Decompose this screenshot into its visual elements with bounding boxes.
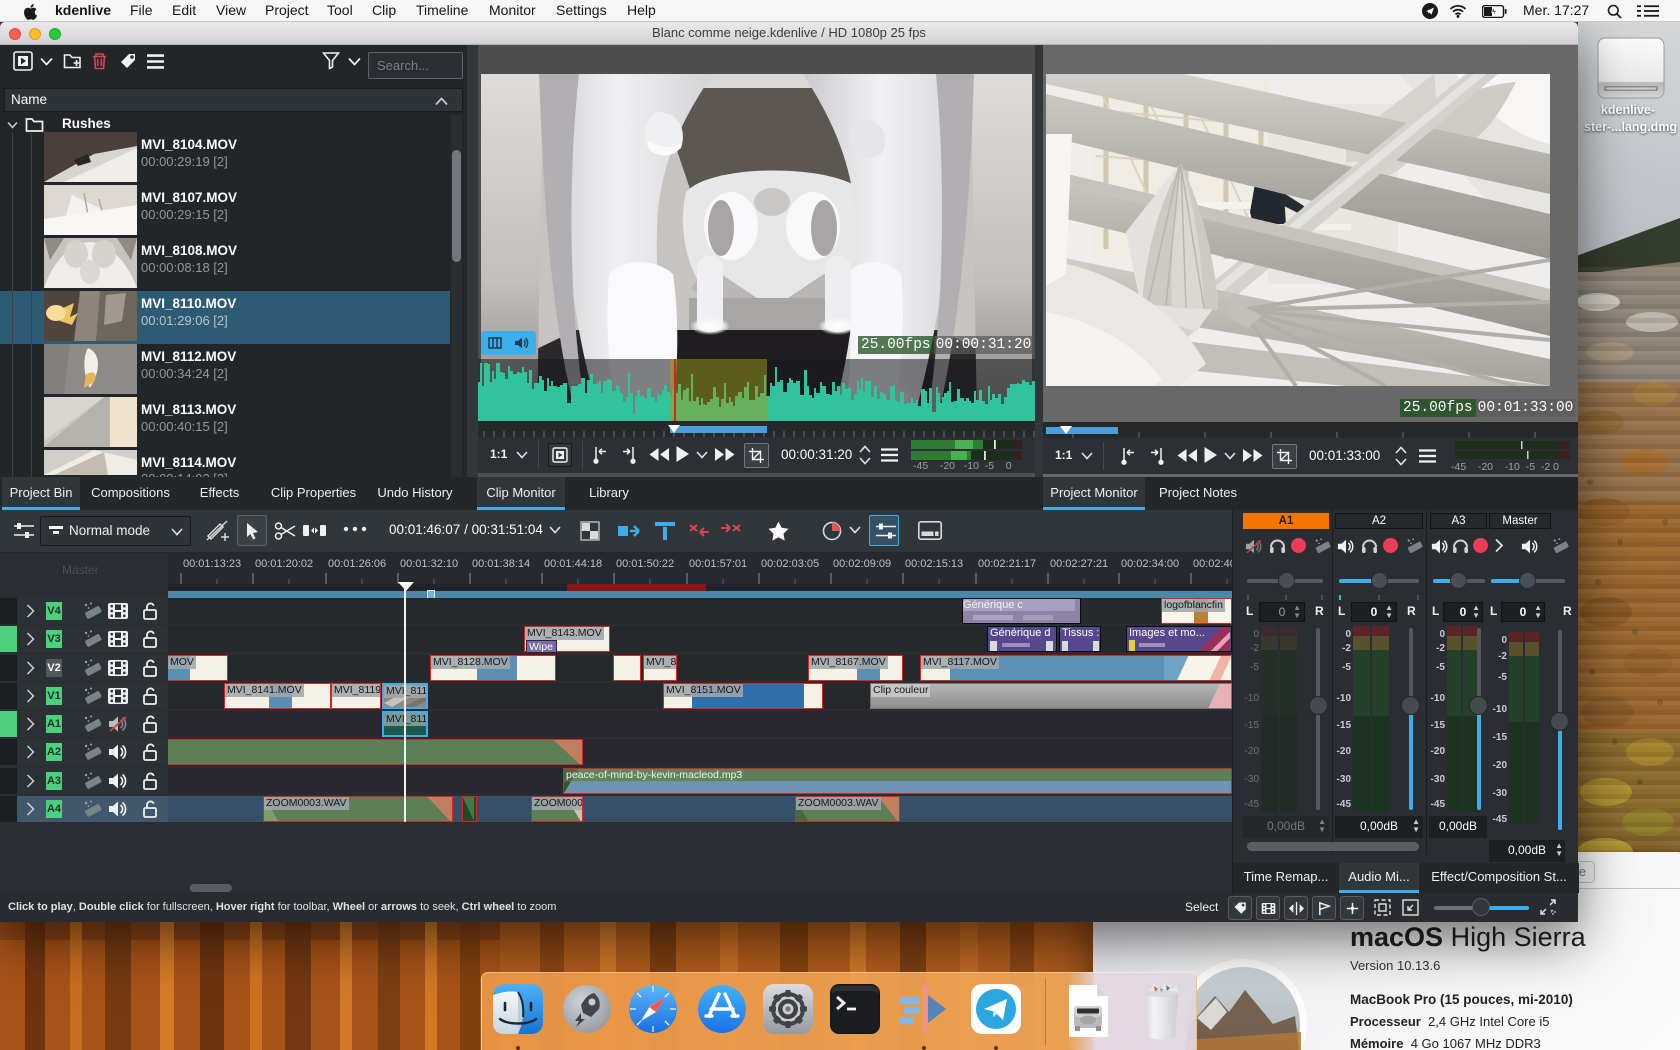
- svg-text:00:02:09:09: 00:02:09:09: [833, 558, 891, 570]
- svg-text:00:02:03:05: 00:02:03:05: [761, 558, 819, 570]
- svg-text:00:01:13:23: 00:01:13:23: [183, 558, 241, 570]
- svg-text:00:02:27:21: 00:02:27:21: [1050, 558, 1108, 570]
- svg-text:00:02:15:13: 00:02:15:13: [905, 558, 963, 570]
- svg-text:00:02:34:00: 00:02:34:00: [1121, 558, 1179, 570]
- svg-text:00:01:57:01: 00:01:57:01: [689, 558, 747, 570]
- svg-text:00:02:21:17: 00:02:21:17: [978, 558, 1036, 570]
- svg-text:00:01:44:18: 00:01:44:18: [544, 558, 602, 570]
- svg-text:00:01:32:10: 00:01:32:10: [400, 558, 458, 570]
- svg-text:00:01:38:14: 00:01:38:14: [472, 558, 530, 570]
- svg-text:00:01:20:02: 00:01:20:02: [255, 558, 313, 570]
- svg-text:00:01:26:06: 00:01:26:06: [328, 558, 386, 570]
- svg-text:00:01:50:22: 00:01:50:22: [616, 558, 674, 570]
- svg-text:00:02:40:0: 00:02:40:0: [1193, 558, 1232, 570]
